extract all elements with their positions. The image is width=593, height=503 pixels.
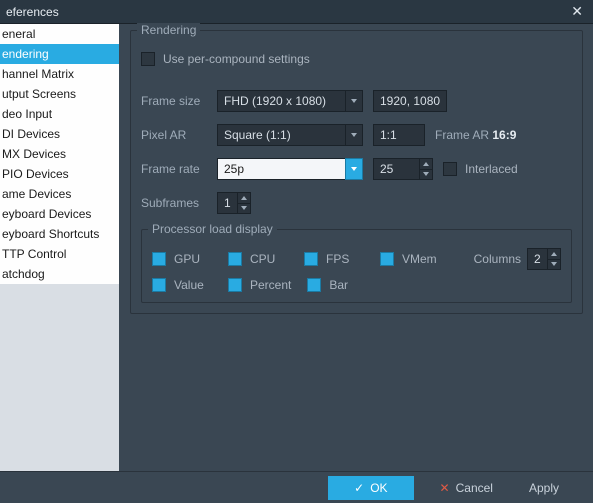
pixel-ar-select[interactable]: Square (1:1) <box>217 124 363 146</box>
columns-value: 2 <box>527 248 547 270</box>
sidebar: eneral endering hannel Matrix utput Scre… <box>0 24 120 472</box>
percent-checkbox[interactable] <box>228 278 242 292</box>
sidebar-item-channel-matrix[interactable]: hannel Matrix <box>0 64 119 84</box>
content-panel: Rendering Use per-compound settings Fram… <box>120 24 593 472</box>
spinner-down-icon[interactable] <box>420 170 432 180</box>
processor-load-group: Processor load display GPU CPU FPS VMem … <box>141 229 572 303</box>
frame-size-label: Frame size <box>141 94 217 108</box>
value-label: Value <box>174 278 204 292</box>
sidebar-item-general[interactable]: eneral <box>0 24 119 44</box>
close-icon[interactable]: ✕ <box>567 3 587 20</box>
bar-label: Bar <box>329 278 348 292</box>
vmem-checkbox[interactable] <box>380 252 394 266</box>
cpu-checkbox[interactable] <box>228 252 242 266</box>
sidebar-item-watchdog[interactable]: atchdog <box>0 264 119 284</box>
sidebar-item-gpio-devices[interactable]: PIO Devices <box>0 164 119 184</box>
sidebar-item-rendering[interactable]: endering <box>0 44 119 64</box>
pixel-ar-value: Square (1:1) <box>217 124 345 146</box>
pixel-ar-ratio-input[interactable] <box>373 124 425 146</box>
chevron-down-icon[interactable] <box>345 90 363 112</box>
interlaced-checkbox[interactable] <box>443 162 457 176</box>
frame-size-select[interactable]: FHD (1920 x 1080) <box>217 90 363 112</box>
sidebar-item-http-control[interactable]: TTP Control <box>0 244 119 264</box>
sidebar-item-video-input[interactable]: deo Input <box>0 104 119 124</box>
gpu-checkbox[interactable] <box>152 252 166 266</box>
processor-load-title: Processor load display <box>148 222 277 236</box>
sidebar-item-ndi-devices[interactable]: DI Devices <box>0 124 119 144</box>
frame-size-px-input[interactable] <box>373 90 447 112</box>
value-checkbox[interactable] <box>152 278 166 292</box>
subframes-value: 1 <box>217 192 237 214</box>
apply-button[interactable]: Apply <box>515 476 573 500</box>
footer: OK Cancel Apply <box>0 471 593 503</box>
rendering-group-title: Rendering <box>137 23 200 37</box>
pixel-ar-label: Pixel AR <box>141 128 217 142</box>
vmem-label: VMem <box>402 252 437 266</box>
interlaced-label: Interlaced <box>465 162 518 176</box>
frame-size-value: FHD (1920 x 1080) <box>217 90 345 112</box>
gpu-label: GPU <box>174 252 200 266</box>
frame-rate-value: 25p <box>217 158 345 180</box>
spinner-up-icon[interactable] <box>420 159 432 170</box>
chevron-down-icon[interactable] <box>345 124 363 146</box>
sidebar-item-game-devices[interactable]: ame Devices <box>0 184 119 204</box>
frame-rate-select[interactable]: 25p <box>217 158 363 180</box>
fps-checkbox[interactable] <box>304 252 318 266</box>
sidebar-item-output-screens[interactable]: utput Screens <box>0 84 119 104</box>
fps-label: FPS <box>326 252 349 266</box>
cpu-label: CPU <box>250 252 275 266</box>
spinner-down-icon[interactable] <box>548 260 560 270</box>
sidebar-item-dmx-devices[interactable]: MX Devices <box>0 144 119 164</box>
columns-label: Columns <box>474 252 521 266</box>
chevron-down-icon[interactable] <box>345 158 363 180</box>
window-title: eferences <box>6 5 59 19</box>
percent-label: Percent <box>250 278 291 292</box>
frame-rate-num: 25 <box>373 158 419 180</box>
subframes-label: Subframes <box>141 196 217 210</box>
frame-ar-label: Frame AR 16:9 <box>435 128 516 142</box>
columns-spinner[interactable]: 2 <box>527 248 561 270</box>
sidebar-item-keyboard-devices[interactable]: eyboard Devices <box>0 204 119 224</box>
subframes-spinner[interactable]: 1 <box>217 192 251 214</box>
frame-rate-spinner[interactable]: 25 <box>373 158 433 180</box>
ok-button[interactable]: OK <box>328 476 413 500</box>
spinner-down-icon[interactable] <box>238 204 250 214</box>
cancel-button[interactable]: Cancel <box>426 476 507 500</box>
rendering-group: Rendering Use per-compound settings Fram… <box>130 30 583 314</box>
use-per-compound-checkbox[interactable] <box>141 52 155 66</box>
sidebar-item-keyboard-shortcuts[interactable]: eyboard Shortcuts <box>0 224 119 244</box>
titlebar: eferences ✕ <box>0 0 593 24</box>
spinner-up-icon[interactable] <box>548 249 560 260</box>
bar-checkbox[interactable] <box>307 278 321 292</box>
use-per-compound-label: Use per-compound settings <box>163 52 310 66</box>
spinner-up-icon[interactable] <box>238 193 250 204</box>
frame-rate-label: Frame rate <box>141 162 217 176</box>
